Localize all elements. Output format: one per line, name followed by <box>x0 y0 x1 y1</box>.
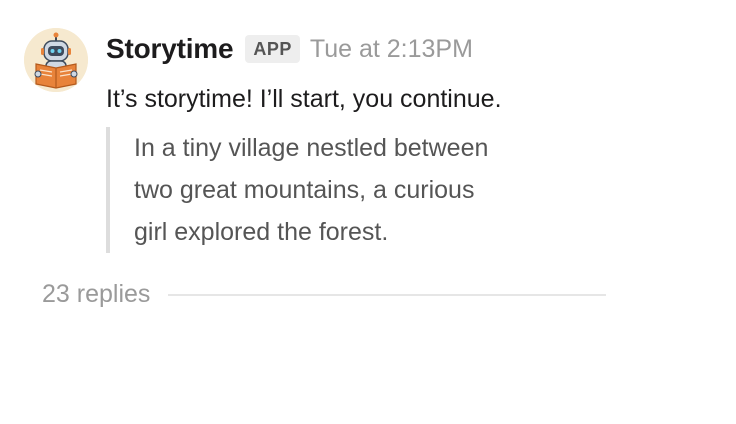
avatar[interactable] <box>24 28 88 92</box>
sender-name[interactable]: Storytime <box>106 33 234 65</box>
thread-summary[interactable]: 23 replies <box>42 280 607 309</box>
message-text: It’s storytime! I’ll start, you continue… <box>106 85 502 113</box>
timestamp[interactable]: Tue at 2:13PM <box>310 35 473 64</box>
message: Storytime APP Tue at 2:13PM It’s storyti… <box>0 0 736 424</box>
quote-line: girl explored the forest. <box>134 218 389 246</box>
thread-divider <box>168 293 607 296</box>
robot-reading-book-icon <box>24 28 88 92</box>
blockquote: In a tiny village nestled between two gr… <box>106 127 594 253</box>
quote-line: two great mountains, a curious <box>134 176 475 204</box>
quote-line: In a tiny village nestled between <box>134 134 489 162</box>
replies-link[interactable]: 23 replies <box>42 280 150 309</box>
message-header: Storytime APP Tue at 2:13PM <box>106 30 473 68</box>
app-badge: APP <box>245 35 300 63</box>
